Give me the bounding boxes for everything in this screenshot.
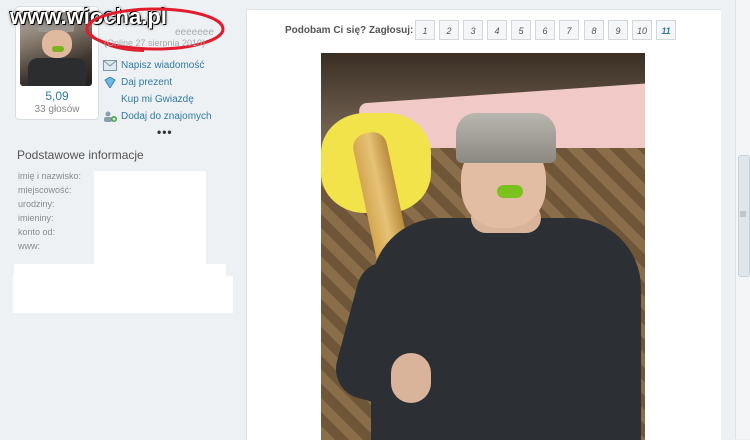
send-message-label: Napisz wiadomość [121,60,205,71]
vote-button-1[interactable]: 1 [415,20,435,40]
add-friend-icon [104,111,117,122]
vote-button-4[interactable]: 4 [487,20,507,40]
vote-button-2[interactable]: 2 [439,20,459,40]
info-label-account-since: konto od: [18,227,56,237]
online-status: (Online 27 sierpnia 2010) [104,38,206,48]
vertical-scrollbar[interactable] [735,0,750,439]
buy-star-link[interactable]: Kup mi Gwiazdę [121,94,194,105]
info-label-birthday: urodziny: [18,199,55,209]
info-label-name: imię i nazwisko: [18,171,82,181]
vote-button-6[interactable]: 6 [535,20,555,40]
vote-button-9[interactable]: 9 [608,20,628,40]
info-label-www: www: [18,241,40,251]
vote-label: Podobam Ci się? Zagłosuj: [285,25,414,36]
give-gift-link[interactable]: Daj prezent [103,77,172,88]
profile-photo[interactable] [321,53,645,440]
scroll-grip-icon [740,211,746,217]
profile-sidebar: 5,09 33 głosów www.wiocha.pl eeeeeee (On… [0,0,242,439]
redacted-info-block [94,171,206,266]
envelope-icon [103,60,117,71]
info-label-city: miejscowość: [18,185,72,195]
main-content: Podobam Ci się? Zagłosuj: 1 2 3 4 5 6 7 … [246,9,721,440]
add-friend-link[interactable]: Dodaj do znajomych [103,111,212,122]
vote-button-8[interactable]: 8 [584,20,604,40]
vote-button-10[interactable]: 10 [632,20,652,40]
vote-button-7[interactable]: 7 [559,20,579,40]
rating-value: 5,09 [45,89,69,103]
vote-button-3[interactable]: 3 [463,20,483,40]
redacted-info-footer [13,276,233,313]
gift-icon [104,77,116,88]
give-gift-label: Daj prezent [121,77,173,88]
more-options-icon[interactable]: ••• [157,125,173,139]
info-label-nameday: imieniny: [18,213,54,223]
vote-button-11[interactable]: 11 [656,20,676,40]
basic-info-title: Podstawowe informacje [17,148,144,162]
vote-button-5[interactable]: 5 [511,20,531,40]
send-message-link[interactable]: Napisz wiadomość [103,60,204,71]
profile-name: eeeeeee [175,27,214,38]
buy-star-label: Kup mi Gwiazdę [121,94,194,105]
add-friend-label: Dodaj do znajomych [121,111,212,122]
redacted-info-strip [14,264,226,276]
votes-count: 33 głosów [34,104,80,115]
